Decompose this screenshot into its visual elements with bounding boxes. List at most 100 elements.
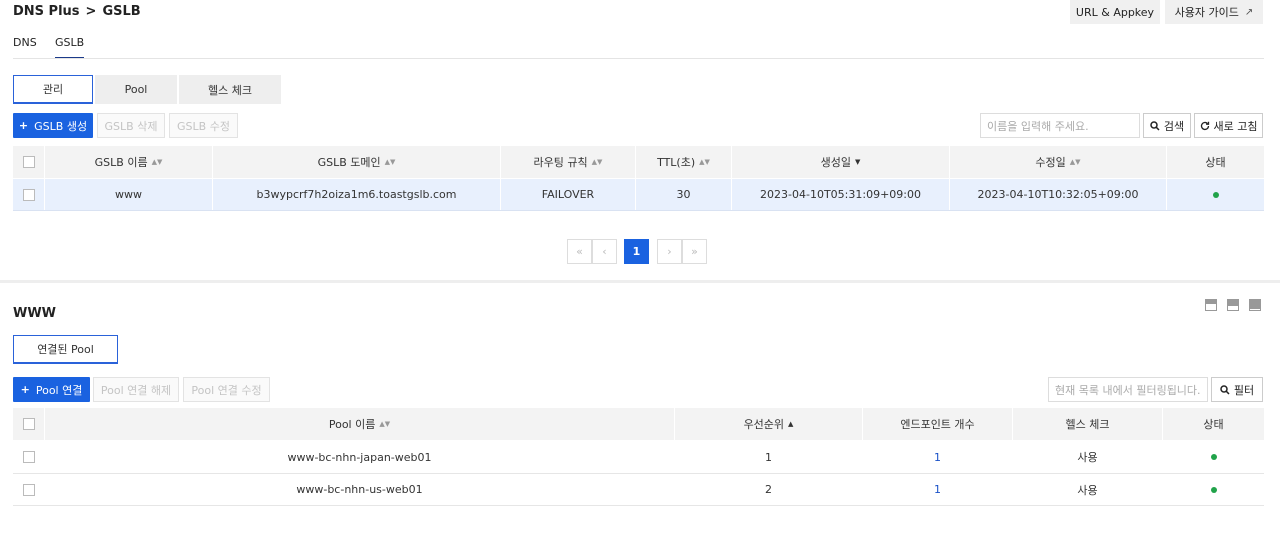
col-pool-name[interactable]: Pool 이름 ▲▼ bbox=[45, 408, 675, 440]
plus-icon: + bbox=[18, 119, 29, 132]
col-health-check: 헬스 체크 bbox=[1013, 408, 1163, 440]
refresh-label: 새로 고침 bbox=[1213, 119, 1258, 133]
tab-dns-label: DNS bbox=[13, 36, 37, 49]
filter-label: 필터 bbox=[1233, 383, 1255, 397]
user-guide-button[interactable]: 사용자 가이드 ↗ bbox=[1165, 0, 1263, 24]
url-appkey-label: URL & Appkey bbox=[1075, 5, 1155, 19]
col-modified-label: 수정일 bbox=[1035, 156, 1066, 169]
select-all-checkbox[interactable] bbox=[22, 156, 35, 168]
tab-dns[interactable]: DNS bbox=[13, 36, 37, 57]
col-modified[interactable]: 수정일 ▲▼ bbox=[950, 146, 1167, 178]
sort-asc-icon: ▲ bbox=[788, 420, 794, 428]
filter-button[interactable]: 필터 bbox=[1211, 377, 1263, 402]
gslb-create-button[interactable]: + GSLB 생성 bbox=[13, 113, 93, 138]
section-divider bbox=[0, 280, 1280, 283]
pool-connection-edit-label: Pool 연결 수정 bbox=[191, 383, 262, 397]
sort-icon: ▲▼ bbox=[591, 158, 603, 166]
col-routing-rule[interactable]: 라우팅 규칙 ▲▼ bbox=[501, 146, 636, 178]
cell-created: 2023-04-10T05:31:09+09:00 bbox=[732, 179, 950, 210]
col-routing-rule-label: 라우팅 규칙 bbox=[533, 156, 588, 169]
detail-title: WWW bbox=[13, 306, 57, 321]
gslb-table-header: GSLB 이름 ▲▼ GSLB 도메인 ▲▼ 라우팅 규칙 ▲▼ TTL(초) ▲▼ 생… bbox=[13, 146, 1264, 178]
subtab-manage[interactable]: 관리 bbox=[13, 75, 93, 104]
sort-icon: ▲▼ bbox=[379, 420, 391, 428]
gslb-edit-button[interactable]: GSLB 수정 bbox=[169, 113, 238, 138]
gslb-delete-button[interactable]: GSLB 삭제 bbox=[97, 113, 165, 138]
breadcrumb: DNS Plus > GSLB bbox=[13, 4, 141, 19]
col-ttl[interactable]: TTL(초) ▲▼ bbox=[636, 146, 732, 178]
col-gslb-name-label: GSLB 이름 bbox=[94, 156, 148, 169]
subtab-pool-label: Pool bbox=[124, 83, 148, 96]
chevron-right-icon: › bbox=[667, 245, 672, 258]
pool-disconnect-label: Pool 연결 해제 bbox=[100, 383, 172, 397]
col-pool-name-label: Pool 이름 bbox=[328, 418, 376, 431]
col-pool-status: 상태 bbox=[1163, 408, 1264, 440]
select-all-cell bbox=[13, 146, 45, 178]
col-priority[interactable]: 우선순위 ▲ bbox=[675, 408, 863, 440]
page-next-button[interactable]: › bbox=[657, 239, 682, 264]
col-pool-status-label: 상태 bbox=[1203, 418, 1224, 431]
page-prev-button[interactable]: ‹ bbox=[592, 239, 617, 264]
cell-ttl: 30 bbox=[636, 179, 732, 210]
page-1-button[interactable]: 1 bbox=[624, 239, 649, 264]
sort-icon: ▲▼ bbox=[1069, 158, 1081, 166]
gslb-search-input[interactable]: 이름을 입력해 주세요. bbox=[980, 113, 1140, 138]
table-row[interactable]: www-bc-nhn-japan-web01 1 1 사용 bbox=[13, 441, 1264, 474]
row-select-cell bbox=[13, 179, 45, 210]
layout-split-icon[interactable] bbox=[1227, 299, 1239, 311]
search-icon bbox=[1150, 120, 1160, 131]
breadcrumb-page: GSLB bbox=[102, 4, 141, 19]
double-chevron-left-icon: « bbox=[576, 245, 583, 258]
row-checkbox[interactable] bbox=[22, 188, 35, 201]
row-checkbox[interactable] bbox=[22, 451, 35, 463]
status-ok-icon bbox=[1210, 454, 1217, 460]
cell-modified: 2023-04-10T10:32:05+09:00 bbox=[950, 179, 1167, 210]
table-row[interactable]: www-bc-nhn-us-web01 2 1 사용 bbox=[13, 474, 1264, 506]
col-status-label: 상태 bbox=[1205, 156, 1226, 169]
cell-pool-name: www-bc-nhn-us-web01 bbox=[45, 474, 675, 505]
sort-icon: ▲▼ bbox=[151, 158, 163, 166]
refresh-button[interactable]: 새로 고침 bbox=[1194, 113, 1263, 138]
cell-gslb-domain: b3wypcrf7h2oiza1m6.toastgslb.com bbox=[213, 179, 501, 210]
pool-connect-button[interactable]: + Pool 연결 bbox=[13, 377, 90, 402]
url-appkey-button[interactable]: URL & Appkey bbox=[1070, 0, 1160, 24]
refresh-icon bbox=[1200, 121, 1209, 130]
subtab-manage-label: 관리 bbox=[42, 83, 64, 96]
col-ttl-label: TTL(초) bbox=[657, 156, 696, 169]
tab-connected-pool-label: 연결된 Pool bbox=[37, 343, 94, 356]
breadcrumb-service[interactable]: DNS Plus bbox=[13, 4, 80, 19]
gslb-create-label: GSLB 생성 bbox=[34, 119, 88, 133]
col-gslb-name[interactable]: GSLB 이름 ▲▼ bbox=[45, 146, 213, 178]
cell-gslb-name: www bbox=[45, 179, 213, 210]
gslb-search-placeholder: 이름을 입력해 주세요. bbox=[987, 119, 1089, 133]
page-last-button[interactable]: » bbox=[682, 239, 707, 264]
pool-select-all-cell bbox=[13, 408, 45, 440]
status-ok-icon bbox=[1210, 486, 1217, 493]
page-1-label: 1 bbox=[632, 245, 641, 258]
user-guide-label: 사용자 가이드 bbox=[1174, 6, 1239, 19]
layout-bottom-icon[interactable] bbox=[1249, 299, 1261, 311]
cell-routing-rule: FAILOVER bbox=[501, 179, 636, 210]
gslb-edit-label: GSLB 수정 bbox=[177, 119, 230, 133]
search-button[interactable]: 검색 bbox=[1143, 113, 1191, 138]
page-first-button[interactable]: « bbox=[567, 239, 592, 264]
col-created[interactable]: 생성일 ▼ bbox=[732, 146, 950, 178]
tab-connected-pool[interactable]: 연결된 Pool bbox=[13, 335, 118, 364]
layout-top-icon[interactable] bbox=[1205, 299, 1217, 311]
subtab-pool[interactable]: Pool bbox=[95, 75, 177, 104]
pool-connection-edit-button[interactable]: Pool 연결 수정 bbox=[183, 377, 270, 402]
endpoint-count-link[interactable]: 1 bbox=[934, 483, 941, 496]
pool-filter-input[interactable]: 현재 목록 내에서 필터링됩니다. bbox=[1048, 377, 1208, 402]
sort-icon: ▲▼ bbox=[699, 158, 710, 166]
double-chevron-right-icon: » bbox=[691, 245, 698, 258]
subtab-health-check[interactable]: 헬스 체크 bbox=[179, 75, 281, 104]
col-gslb-domain[interactable]: GSLB 도메인 ▲▼ bbox=[213, 146, 501, 178]
status-ok-icon bbox=[1212, 191, 1219, 198]
endpoint-count-link[interactable]: 1 bbox=[934, 451, 941, 464]
tab-gslb[interactable]: GSLB bbox=[55, 36, 85, 59]
row-checkbox[interactable] bbox=[22, 483, 35, 496]
cell-pool-status bbox=[1163, 474, 1264, 505]
pool-select-all-checkbox[interactable] bbox=[22, 418, 35, 430]
pool-disconnect-button[interactable]: Pool 연결 해제 bbox=[93, 377, 179, 402]
table-row[interactable]: www b3wypcrf7h2oiza1m6.toastgslb.com FAI… bbox=[13, 179, 1264, 211]
